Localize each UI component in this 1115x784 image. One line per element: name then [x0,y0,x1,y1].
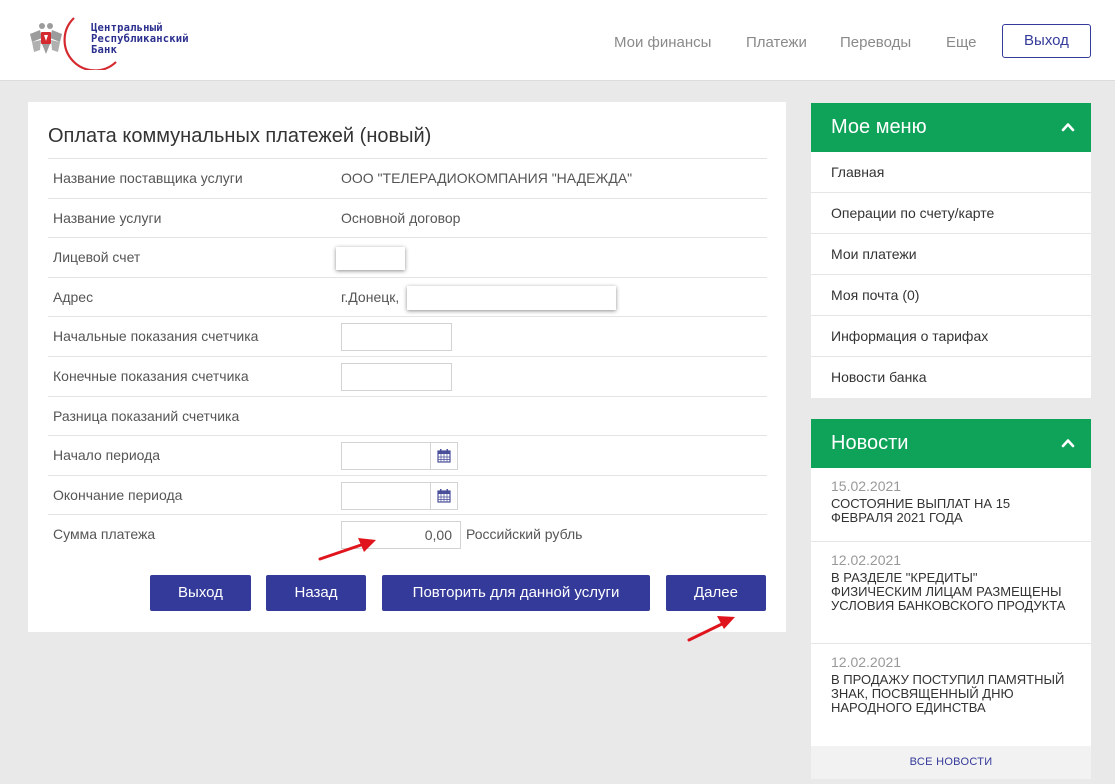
form-row-provider: Название поставщика услуги ООО "ТЕЛЕРАДИ… [48,159,767,199]
repeat-service-button[interactable]: Повторить для данной услуги [382,575,650,611]
redacted-account-value [336,247,405,271]
menu-item-my-payments[interactable]: Мои платежи [811,234,1091,275]
period-end-calendar-button[interactable] [430,481,458,510]
menu-item-tariffs[interactable]: Информация о тарифах [811,316,1091,357]
menu-item-home[interactable]: Главная [811,152,1091,193]
chevron-up-icon [1061,439,1075,448]
service-value: Основной договор [341,209,461,226]
nav-payments[interactable]: Платежи [746,34,807,51]
annotation-arrow-amount [318,538,376,561]
form-row-amount: Сумма платежа 0,00 Российский рубль [48,515,767,555]
news-item[interactable]: 12.02.2021 В РАЗДЕЛЕ "КРЕДИТЫ" ФИЗИЧЕСКИ… [811,542,1091,644]
my-menu-card: Мое меню Главная Операции по счету/карте… [811,103,1091,398]
form-row-address: Адрес г.Донецк, [48,278,767,318]
form-row-period-start: Начало периода [48,436,767,476]
nav-transfers[interactable]: Переводы [840,34,911,51]
amount-label: Сумма платежа [53,526,156,543]
form-row-period-end: Окончание периода [48,476,767,516]
period-start-input[interactable] [341,442,431,471]
news-date: 12.02.2021 [831,654,902,670]
provider-label: Название поставщика услуги [53,170,243,186]
menu-item-account-operations[interactable]: Операции по счету/карте [811,193,1091,234]
form-row-account: Лицевой счет [48,238,767,278]
period-start-calendar-button[interactable] [430,442,458,471]
chevron-up-icon [1061,123,1075,132]
currency-label: Российский рубль [466,526,583,543]
next-button[interactable]: Далее [666,575,766,611]
payment-form-panel: Оплата коммунальных платежей (новый) Наз… [28,102,786,632]
reading-diff-label: Разница показаний счетчика [53,407,240,424]
provider-value: ООО "ТЕЛЕРАДИОКОМПАНИЯ "НАДЕЖДА" [341,170,633,186]
form-row-service: Название услуги Основной договор [48,199,767,239]
news-headline[interactable]: СОСТОЯНИЕ ВЫПЛАТ НА 15 ФЕВРАЛЯ 2021 ГОДА [831,497,1071,525]
final-reading-label: Конечные показания счетчика [53,367,249,384]
initial-reading-input[interactable] [341,323,452,352]
calendar-icon [437,488,451,503]
initial-reading-label: Начальные показания счетчика [53,328,259,345]
header: Центральный Республиканский Банк Мои фин… [0,0,1115,81]
calendar-icon [437,449,451,463]
service-label: Название услуги [53,209,162,226]
exit-button[interactable]: Выход [150,575,251,611]
redacted-address-value [407,285,616,310]
nav-my-finances[interactable]: Мои финансы [614,34,711,51]
payment-form: Название поставщика услуги ООО "ТЕЛЕРАДИ… [48,158,767,555]
all-news-link[interactable]: ВСЕ НОВОСТИ [811,746,1091,779]
form-row-final-reading: Конечные показания счетчика [48,357,767,397]
logout-button[interactable]: Выход [1002,24,1091,58]
news-card: Новости 15.02.2021 СОСТОЯНИЕ ВЫПЛАТ НА 1… [811,419,1091,779]
my-menu-header[interactable]: Мое меню [811,103,1091,152]
menu-item-bank-news[interactable]: Новости банка [811,357,1091,398]
back-button[interactable]: Назад [266,575,366,611]
period-start-label: Начало периода [53,447,161,464]
form-row-reading-diff: Разница показаний счетчика [48,397,767,437]
page-title: Оплата коммунальных платежей (новый) [48,125,432,147]
period-end-label: Окончание периода [53,486,183,503]
address-label: Адрес [53,288,94,305]
my-menu-title: Мое меню [831,116,927,138]
address-value: г.Донецк, [341,288,400,305]
news-title: Новости [831,432,909,454]
news-headline[interactable]: В РАЗДЕЛЕ "КРЕДИТЫ" ФИЗИЧЕСКИМ ЛИЦАМ РАЗ… [831,571,1071,613]
news-header[interactable]: Новости [811,419,1091,468]
form-row-initial-reading: Начальные показания счетчика [48,317,767,357]
menu-item-my-mail[interactable]: Моя почта (0) [811,275,1091,316]
account-label: Лицевой счет [53,249,141,266]
period-end-input[interactable] [341,481,431,510]
news-item[interactable]: 15.02.2021 СОСТОЯНИЕ ВЫПЛАТ НА 15 ФЕВРАЛ… [811,468,1091,542]
nav-more[interactable]: Еще [946,34,977,51]
news-date: 12.02.2021 [831,552,902,568]
main-nav: Мои финансы Платежи Переводы Еще [0,34,1115,54]
news-item[interactable]: 12.02.2021 В ПРОДАЖУ ПОСТУПИЛ ПАМЯТНЫЙ З… [811,644,1091,746]
news-date: 15.02.2021 [831,478,902,494]
news-headline[interactable]: В ПРОДАЖУ ПОСТУПИЛ ПАМЯТНЫЙ ЗНАК, ПОСВЯЩ… [831,673,1071,715]
final-reading-input[interactable] [341,362,452,391]
annotation-arrow-next [687,616,735,642]
